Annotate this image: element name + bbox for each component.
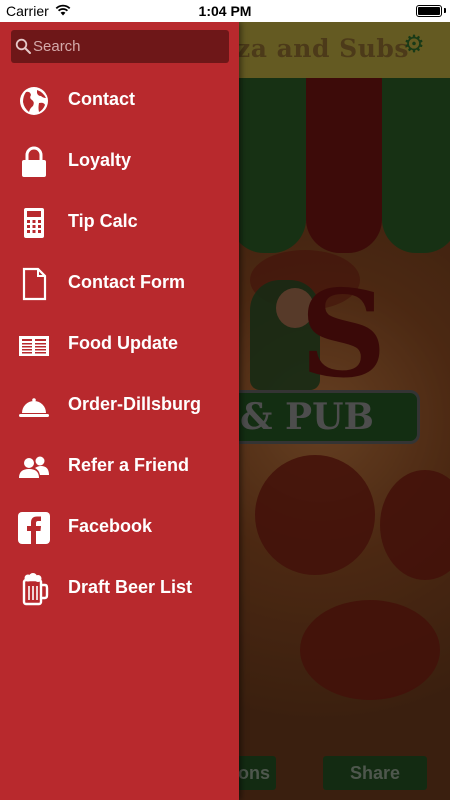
search-box[interactable] — [11, 30, 229, 63]
menu-item-contact-form[interactable]: Contact Form — [0, 253, 239, 314]
menu-label: Refer a Friend — [68, 455, 190, 475]
menu-label: Contact — [68, 89, 135, 109]
menu-item-loyalty[interactable]: Loyalty — [0, 131, 239, 192]
menu-item-contact[interactable]: Contact — [0, 70, 239, 131]
menu-item-facebook[interactable]: Facebook — [0, 497, 239, 558]
facebook-icon — [18, 512, 50, 544]
people-icon — [19, 456, 49, 478]
menu-label: Order-Dillsburg — [68, 394, 202, 414]
globe-icon — [20, 87, 48, 115]
menu-item-tip-calc[interactable]: Tip Calc — [0, 192, 239, 253]
menu-item-draft-beer-list[interactable]: Draft Beer List — [0, 558, 239, 619]
search-input[interactable] — [33, 30, 225, 63]
food-tray-icon — [19, 398, 49, 417]
menu-label: Contact Form — [68, 272, 185, 292]
menu-item-refer-a-friend[interactable]: Refer a Friend — [0, 436, 239, 497]
menu-item-order-dillsburg[interactable]: Order-Dillsburg — [0, 375, 239, 436]
calculator-icon — [24, 208, 44, 238]
menu-item-food-update[interactable]: Food Update — [0, 314, 239, 375]
side-menu-drawer: Contact Loyalty Tip Calc — [0, 22, 239, 800]
search-icon — [15, 38, 31, 54]
side-menu-list: Contact Loyalty Tip Calc Contact Form Fo… — [0, 70, 239, 619]
clock-time: 1:04 PM — [198, 3, 252, 19]
battery-tip — [444, 8, 446, 13]
lock-icon — [22, 146, 46, 177]
battery-icon — [416, 5, 442, 17]
newspaper-icon — [19, 336, 49, 356]
beer-mug-icon — [22, 573, 49, 606]
document-icon — [22, 267, 47, 301]
menu-label: Tip Calc — [68, 211, 138, 231]
menu-label: Loyalty — [68, 150, 132, 170]
menu-label: Facebook — [68, 516, 153, 536]
status-bar: Carrier 1:04 PM — [0, 0, 450, 22]
menu-label: Draft Beer List — [68, 577, 193, 597]
menu-label: Food Update — [68, 333, 178, 353]
